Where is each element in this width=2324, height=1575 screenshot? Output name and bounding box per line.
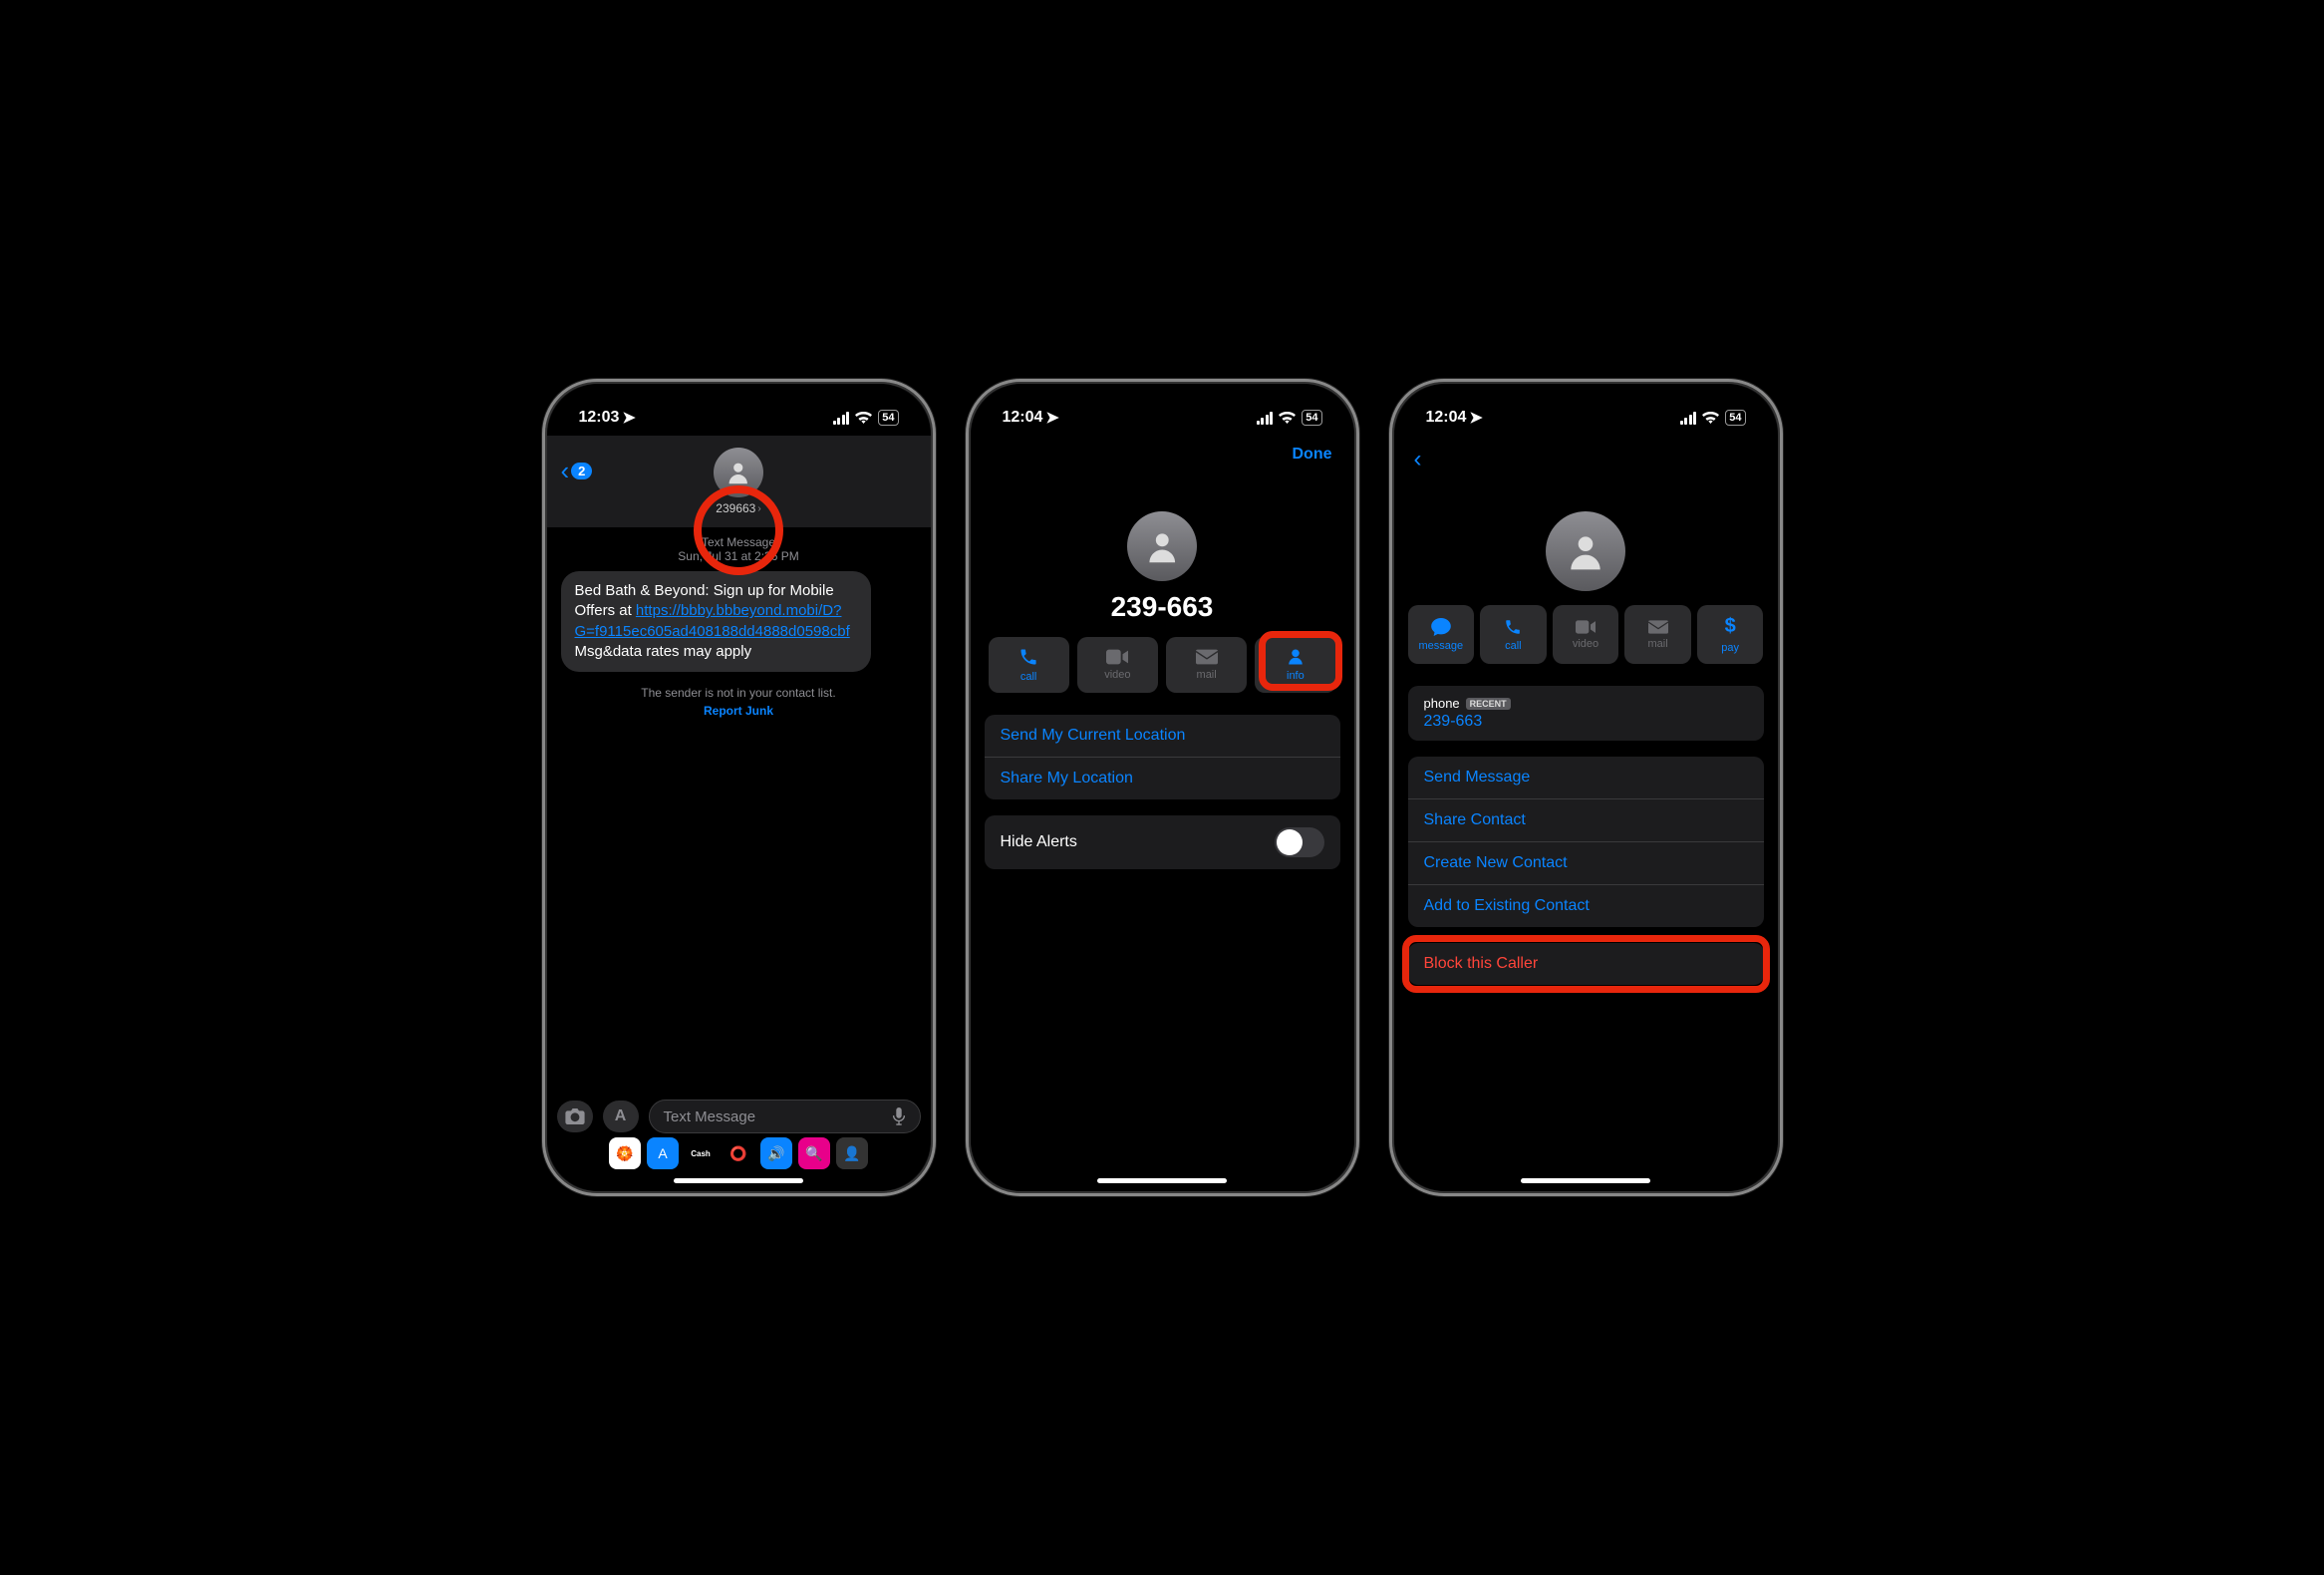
send-message-row[interactable]: Send Message (1408, 757, 1764, 799)
contact-title: 239-663 (1111, 591, 1214, 623)
not-in-contacts: The sender is not in your contact list. (547, 686, 931, 700)
alerts-section: Hide Alerts (985, 815, 1340, 869)
call-button[interactable]: call (1480, 605, 1547, 664)
location-icon: ➤ (1469, 408, 1482, 428)
home-indicator[interactable] (1521, 1178, 1650, 1183)
mail-button[interactable]: mail (1624, 605, 1691, 664)
back-button[interactable]: ‹ (1414, 446, 1422, 473)
phone-messages: 12:03 ➤ 54 ‹ 2 239663 › Tex (542, 379, 936, 1196)
wifi-icon (855, 412, 872, 425)
phone-contact-card: 12:04 ➤ 54 ‹ message call (1389, 379, 1783, 1196)
message-bubble[interactable]: Bed Bath & Beyond: Sign up for Mobile Of… (561, 571, 871, 672)
location-icon: ➤ (622, 408, 635, 428)
battery-icon: 54 (1302, 410, 1321, 426)
contact-hero: 239-663 (971, 505, 1354, 623)
action-row: message call video mail $ pay (1394, 591, 1778, 678)
search-app-icon[interactable]: 🔍 (798, 1137, 830, 1169)
phone-field-label: phone RECENT (1424, 696, 1748, 711)
status-time: 12:04 (1426, 409, 1467, 427)
message-input[interactable]: Text Message (649, 1100, 921, 1133)
dynamic-island (1102, 398, 1222, 432)
photos-app-icon[interactable]: 🏵️ (609, 1137, 641, 1169)
messages-header: ‹ 2 239663 › (547, 436, 931, 527)
dynamic-island (679, 398, 798, 432)
cash-app-icon[interactable]: Cash (685, 1137, 717, 1169)
signal-icon (1257, 412, 1274, 425)
video-button[interactable]: video (1553, 605, 1619, 664)
annotation-rect (1402, 935, 1770, 993)
done-button[interactable]: Done (1293, 446, 1332, 464)
status-time: 12:04 (1003, 409, 1043, 427)
battery-icon: 54 (878, 410, 898, 426)
music-app-icon[interactable]: 🔊 (760, 1137, 792, 1169)
annotation-circle (694, 485, 783, 575)
recent-tag: RECENT (1466, 698, 1511, 710)
fitness-app-icon[interactable]: ⭕ (723, 1137, 754, 1169)
create-contact-row[interactable]: Create New Contact (1408, 842, 1764, 885)
send-location-row[interactable]: Send My Current Location (985, 715, 1340, 758)
app-tray: 🏵️ A Cash ⭕ 🔊 🔍 👤 (547, 1133, 931, 1173)
phone-field-value[interactable]: 239-663 (1424, 713, 1748, 731)
share-contact-row[interactable]: Share Contact (1408, 799, 1764, 842)
annotation-rect (1259, 631, 1342, 691)
memoji-app-icon[interactable]: 👤 (836, 1137, 868, 1169)
appstore-button[interactable]: A (603, 1101, 639, 1132)
video-button[interactable]: video (1077, 637, 1158, 693)
share-location-row[interactable]: Share My Location (985, 758, 1340, 799)
actions-section: Send Message Share Contact Create New Co… (1408, 757, 1764, 927)
report-junk-link[interactable]: Report Junk (547, 704, 931, 718)
hide-alerts-toggle[interactable] (1275, 827, 1324, 857)
mail-button[interactable]: mail (1166, 637, 1247, 693)
location-icon: ➤ (1045, 408, 1058, 428)
signal-icon (1680, 412, 1697, 425)
status-time: 12:03 (579, 409, 620, 427)
home-indicator[interactable] (674, 1178, 803, 1183)
wifi-icon (1279, 412, 1296, 425)
message-button[interactable]: message (1408, 605, 1475, 664)
contact-avatar[interactable] (1546, 511, 1625, 591)
contact-avatar[interactable] (1127, 511, 1197, 581)
mic-icon[interactable] (892, 1107, 906, 1125)
chevron-left-icon: ‹ (561, 456, 570, 486)
call-button[interactable]: call (989, 637, 1069, 693)
unread-badge: 2 (571, 463, 592, 479)
back-button[interactable]: ‹ 2 (561, 456, 593, 486)
camera-button[interactable] (557, 1101, 593, 1132)
battery-icon: 54 (1725, 410, 1745, 426)
pay-button[interactable]: $ pay (1697, 605, 1764, 664)
phone-contact-info: 12:04 ➤ 54 Done 239-663 call (966, 379, 1359, 1196)
contact-hero (1394, 505, 1778, 591)
signal-icon (833, 412, 850, 425)
home-indicator[interactable] (1097, 1178, 1227, 1183)
appstore-app-icon[interactable]: A (647, 1137, 679, 1169)
dynamic-island (1526, 398, 1645, 432)
wifi-icon (1702, 412, 1719, 425)
add-existing-row[interactable]: Add to Existing Contact (1408, 885, 1764, 927)
location-section: Send My Current Location Share My Locati… (985, 715, 1340, 799)
hide-alerts-row: Hide Alerts (985, 815, 1340, 869)
phone-section[interactable]: phone RECENT 239-663 (1408, 686, 1764, 741)
